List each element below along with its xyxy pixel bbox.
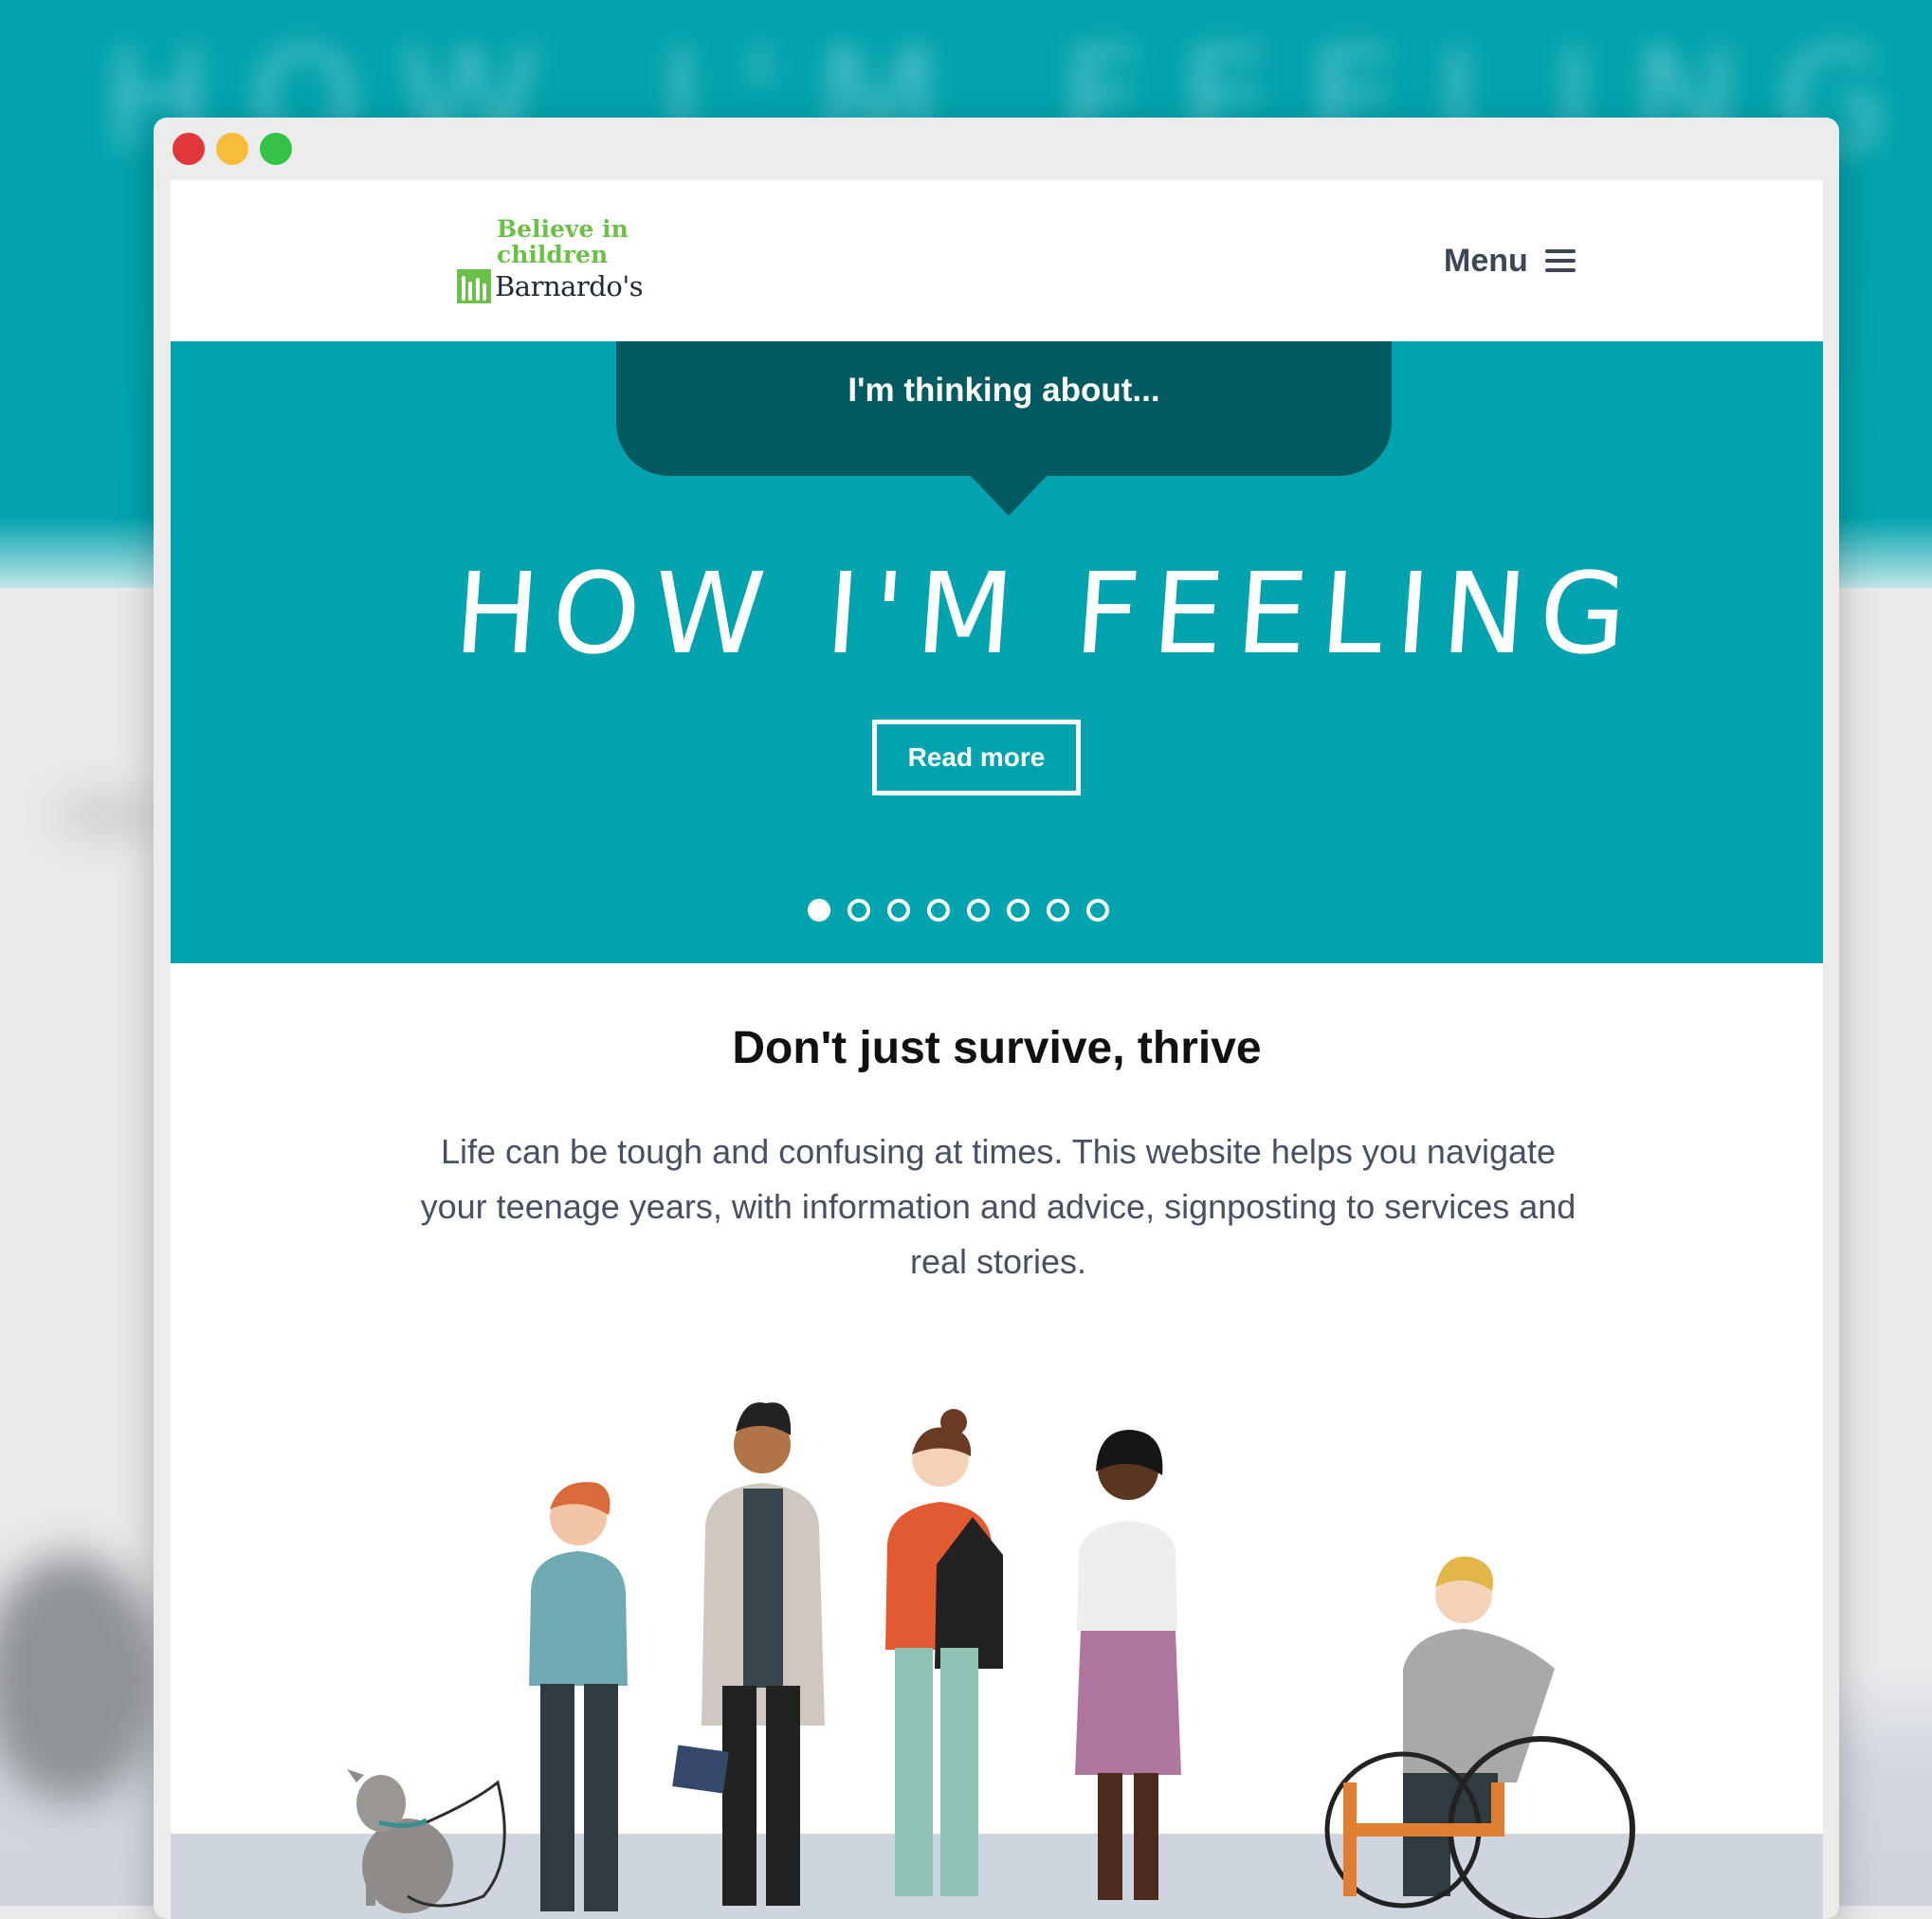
hero-title: HOW I'M FEELING <box>450 548 1645 679</box>
hamburger-icon <box>1544 249 1576 272</box>
dog-figure <box>347 1769 506 1913</box>
read-more-button[interactable]: Read more <box>872 720 1081 795</box>
carousel-dot[interactable] <box>1047 899 1069 922</box>
carousel-dot[interactable] <box>1007 899 1030 922</box>
carousel-dots <box>808 899 1109 922</box>
close-dot-icon[interactable] <box>173 133 205 165</box>
hero-carousel: I'm thinking about... HOW I'M FEELING Re… <box>171 341 1823 963</box>
person-purple-skirt <box>1075 1430 1181 1900</box>
carousel-dot[interactable] <box>808 899 830 922</box>
speech-bubble-tail <box>969 474 1048 516</box>
barnardos-logo[interactable]: Believe in children Barnardo's <box>457 216 647 303</box>
backdrop-blur-shape <box>57 796 161 834</box>
carousel-dot[interactable] <box>967 899 990 922</box>
site-header: Believe in children Barnardo's Menu <box>171 180 1823 341</box>
people-illustration <box>347 1402 1635 1919</box>
person-cardigan <box>672 1402 825 1906</box>
person-orange-top <box>885 1409 1003 1896</box>
browser-window: Believe in children Barnardo's Menu I'm … <box>154 118 1839 1919</box>
carousel-dot[interactable] <box>927 899 950 922</box>
person-blue-sweater <box>529 1482 628 1911</box>
logo-mark-icon <box>457 269 491 303</box>
carousel-dot[interactable] <box>1086 899 1109 922</box>
menu-button[interactable]: Menu <box>1444 237 1576 284</box>
menu-label: Menu <box>1444 242 1528 279</box>
person-wheelchair <box>1324 1556 1635 1919</box>
page-viewport: Believe in children Barnardo's Menu I'm … <box>171 180 1823 1919</box>
bubble-text: I'm thinking about... <box>848 372 1160 409</box>
carousel-dot[interactable] <box>887 899 910 922</box>
carousel-dot[interactable] <box>848 899 870 922</box>
intro-heading: Don't just survive, thrive <box>732 1023 1262 1073</box>
logo-name: Barnardo's <box>495 270 644 302</box>
zoom-dot-icon[interactable] <box>260 133 292 165</box>
minimize-dot-icon[interactable] <box>216 133 248 165</box>
logo-tagline: Believe in children <box>497 215 629 268</box>
intro-body: Life can be tough and confusing at times… <box>420 1132 1577 1281</box>
